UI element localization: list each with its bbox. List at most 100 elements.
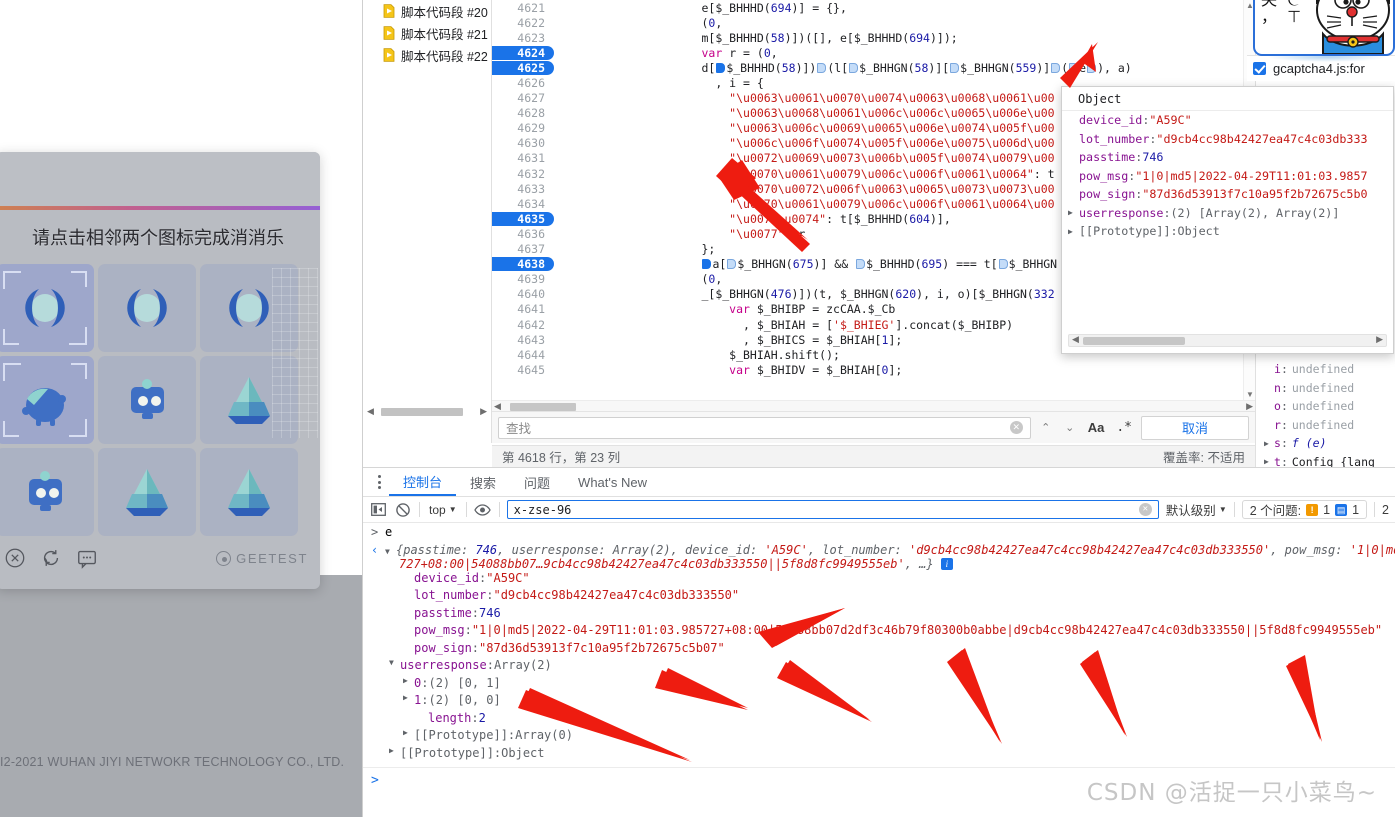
- refresh-icon[interactable]: [40, 547, 62, 569]
- console-property-row[interactable]: pow_sign: "87d36d53913f7c10a95f2b72675c5…: [363, 641, 1395, 659]
- console-property-row[interactable]: passtime: 746: [363, 606, 1395, 624]
- expand-triangle-icon[interactable]: ▶: [1264, 457, 1274, 466]
- line-number[interactable]: 4627: [492, 91, 554, 105]
- expand-triangle-icon[interactable]: ▶: [389, 746, 400, 755]
- scroll-right-icon[interactable]: ▶: [480, 406, 487, 417]
- scope-variable-row[interactable]: i:undefined: [1256, 360, 1395, 379]
- object-property-row[interactable]: pow_sign: "87d36d53913f7c10a95f2b72675c5…: [1062, 185, 1393, 204]
- line-number[interactable]: 4622: [492, 16, 554, 30]
- console-property-row[interactable]: ▶[[Prototype]]: Array(0): [363, 728, 1395, 746]
- console-filter-input[interactable]: x-zse-96 ✕: [507, 500, 1159, 519]
- console-tabbar[interactable]: 控制台搜索问题What's New: [363, 468, 1395, 497]
- console-property-row[interactable]: device_id: "A59C": [363, 571, 1395, 589]
- tab-item[interactable]: 搜索: [456, 468, 510, 496]
- line-number[interactable]: 4630: [492, 136, 554, 150]
- more-options-icon[interactable]: [369, 475, 389, 489]
- scroll-right-icon[interactable]: ▶: [1376, 334, 1383, 345]
- object-preview-summary[interactable]: ▼{passtime: 746, userresponse: Array(2),…: [385, 543, 1395, 571]
- object-property-row[interactable]: lot_number: "d9cb4cc98b42427ea47c4c03db3…: [1062, 130, 1393, 149]
- find-cancel-button[interactable]: 取消: [1141, 416, 1249, 440]
- object-property-row[interactable]: ▶userresponse: (2) [Array(2), Array(2)]: [1062, 204, 1393, 223]
- line-number[interactable]: 4625: [492, 61, 554, 75]
- line-number[interactable]: 4643: [492, 333, 554, 347]
- expand-triangle-icon[interactable]: ▼: [389, 658, 400, 667]
- code-line[interactable]: 4622 (0,: [492, 15, 1255, 30]
- expand-triangle-icon[interactable]: ▶: [1068, 208, 1079, 217]
- line-number[interactable]: 4626: [492, 76, 554, 90]
- object-popup-rows[interactable]: device_id: "A59C"lot_number: "d9cb4cc98b…: [1062, 111, 1393, 241]
- line-number[interactable]: 4641: [492, 302, 554, 316]
- expand-triangle-icon[interactable]: ▼: [385, 547, 396, 556]
- feedback-icon[interactable]: [76, 547, 98, 569]
- scroll-thumb[interactable]: [1083, 337, 1185, 345]
- object-popup-hscrollbar[interactable]: ◀ ▶: [1068, 334, 1387, 347]
- line-number[interactable]: 4640: [492, 287, 554, 301]
- code-line[interactable]: 4625 d[$_BHHHD(58)])(l[$_BHHGN(58)][$_BH…: [492, 60, 1255, 75]
- code-line[interactable]: 4624 var r = (0,: [492, 45, 1255, 60]
- captcha-tile-grid[interactable]: [0, 264, 320, 536]
- expand-triangle-icon[interactable]: ▶: [1068, 227, 1079, 236]
- editor-hscrollbar[interactable]: ◀ ▶: [492, 400, 1255, 411]
- scope-variable-row[interactable]: ▶s:f (e): [1256, 434, 1395, 453]
- sources-navigator[interactable]: 脚本代码段 #20脚本代码段 #21脚本代码段 #22 ◀ ▶: [363, 0, 492, 443]
- line-number[interactable]: 4624: [492, 46, 554, 60]
- scroll-thumb[interactable]: [510, 403, 576, 411]
- line-number[interactable]: 4642: [492, 318, 554, 332]
- code-line[interactable]: 4645 var $_BHIDV = $_BHIAH[0];: [492, 362, 1255, 377]
- scroll-left-icon[interactable]: ◀: [367, 406, 374, 417]
- captcha-tile[interactable]: [0, 264, 94, 352]
- console-property-row[interactable]: ▼userresponse: Array(2): [363, 658, 1395, 676]
- line-number[interactable]: 4623: [492, 31, 554, 45]
- captcha-tile[interactable]: [98, 356, 196, 444]
- line-number[interactable]: 4621: [492, 1, 554, 15]
- console-toolbar[interactable]: top ▼ x-zse-96 ✕ 默认级别 ▼ 2 个问题:: [363, 497, 1395, 523]
- navigator-hscrollbar[interactable]: ◀ ▶: [367, 406, 487, 417]
- scope-variable-row[interactable]: o:undefined: [1256, 397, 1395, 416]
- captcha-tile[interactable]: [200, 356, 298, 444]
- match-case-button[interactable]: Aa: [1085, 420, 1108, 435]
- clear-icon[interactable]: ✕: [1139, 503, 1152, 516]
- tab-item[interactable]: 问题: [510, 468, 564, 496]
- find-prev-icon[interactable]: ⌃: [1037, 421, 1055, 434]
- captcha-tile[interactable]: [200, 264, 298, 352]
- scroll-down-icon[interactable]: ▼: [1246, 390, 1254, 399]
- captcha-tile[interactable]: [0, 356, 94, 444]
- object-property-row[interactable]: passtime: 746: [1062, 148, 1393, 167]
- console-property-row[interactable]: lot_number: "d9cb4cc98b42427ea47c4c03db3…: [363, 588, 1395, 606]
- expand-triangle-icon[interactable]: ▶: [403, 676, 414, 685]
- execution-context-select[interactable]: top ▼: [427, 503, 459, 517]
- line-number[interactable]: 4644: [492, 348, 554, 362]
- object-property-row[interactable]: pow_msg: "1|0|md5|2022-04-29T11:01:03.98…: [1062, 167, 1393, 186]
- line-number[interactable]: 4637: [492, 242, 554, 256]
- log-level-select[interactable]: 默认级别 ▼: [1166, 500, 1227, 519]
- line-number[interactable]: 4639: [492, 272, 554, 286]
- object-expanded-properties[interactable]: device_id: "A59C"lot_number: "d9cb4cc98b…: [363, 571, 1395, 764]
- sidebar-item-snippet[interactable]: 脚本代码段 #20: [363, 0, 491, 22]
- line-number[interactable]: 4638: [492, 257, 554, 271]
- close-icon[interactable]: [4, 547, 26, 569]
- clear-icon[interactable]: ✕: [1010, 421, 1023, 434]
- scope-variable-row[interactable]: r:undefined: [1256, 416, 1395, 435]
- object-preview-popup[interactable]: Object device_id: "A59C"lot_number: "d9c…: [1061, 86, 1394, 354]
- find-input[interactable]: 查找 ✕: [498, 417, 1031, 439]
- live-expression-icon[interactable]: [474, 502, 492, 518]
- tab-item[interactable]: What's New: [564, 468, 661, 496]
- line-number[interactable]: 4631: [492, 151, 554, 165]
- line-number[interactable]: 4634: [492, 197, 554, 211]
- console-property-row[interactable]: ▶1: (2) [0, 0]: [363, 693, 1395, 711]
- checkbox-checked-icon[interactable]: [1253, 62, 1266, 75]
- line-number[interactable]: 4629: [492, 121, 554, 135]
- tab-console[interactable]: 控制台: [389, 468, 456, 496]
- line-number[interactable]: 4645: [492, 363, 554, 377]
- line-number[interactable]: 4635: [492, 212, 554, 226]
- captcha-tile[interactable]: [98, 264, 196, 352]
- console-property-row[interactable]: ▶0: (2) [0, 1]: [363, 676, 1395, 694]
- scope-variable-row[interactable]: ▶t:Config {lang: [1256, 453, 1395, 468]
- scroll-thumb[interactable]: [381, 408, 463, 416]
- script-snippet-list[interactable]: 脚本代码段 #20脚本代码段 #21脚本代码段 #22: [363, 0, 491, 66]
- captcha-tile[interactable]: [200, 448, 298, 536]
- code-line[interactable]: 4621 e[$_BHHHD(694)] = {},: [492, 0, 1255, 15]
- console-property-row[interactable]: length: 2: [363, 711, 1395, 729]
- console-property-row[interactable]: ▶[[Prototype]]: Object: [363, 746, 1395, 764]
- find-next-icon[interactable]: ⌄: [1061, 421, 1079, 434]
